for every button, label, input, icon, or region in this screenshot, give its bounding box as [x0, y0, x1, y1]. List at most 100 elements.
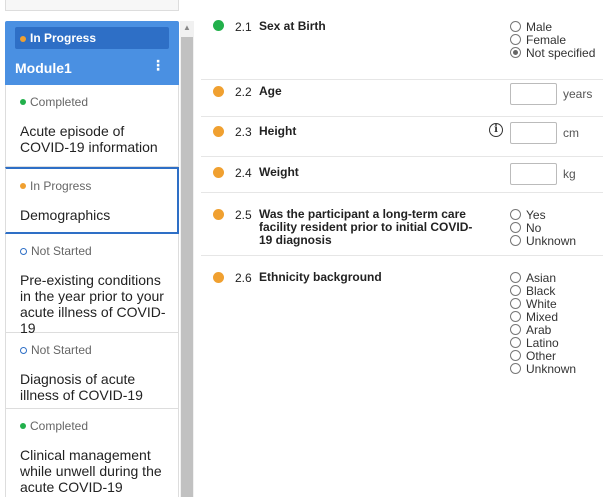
option-label: White: [526, 296, 557, 311]
option-label: Female: [526, 32, 567, 47]
option-label: Asian: [526, 270, 557, 285]
item-title: Pre-existing conditions in the year prio…: [20, 272, 166, 336]
module-header[interactable]: In Progress Module1 ⋮: [5, 21, 179, 85]
in-progress-dot-icon: [213, 86, 224, 97]
age-input[interactable]: [510, 83, 557, 105]
item-title: Acute episode of COVID-19 information: [20, 123, 158, 155]
ethnicity-options: Asian Black White Mixed Arab Latino Othe…: [510, 270, 577, 376]
question-number: 2.2: [235, 85, 252, 99]
in-progress-dot-icon: [213, 209, 224, 220]
kebab-menu-icon[interactable]: ⋮: [151, 58, 165, 72]
module-title: Module1: [15, 60, 72, 76]
option-label: Arab: [526, 322, 552, 337]
unit-label: kg: [563, 167, 576, 181]
completed-dot-icon: [20, 99, 26, 105]
option-latino[interactable]: Latino: [510, 336, 576, 350]
sidebar-top-edge: [5, 0, 179, 11]
option-label: Not specified: [526, 45, 596, 60]
sidebar-item-pre-existing-conditions[interactable]: Not Started Pre-existing conditions in t…: [5, 234, 179, 336]
item-title: Diagnosis of acute illness of COVID-19: [20, 371, 143, 403]
question-label: Height: [259, 124, 297, 138]
sidebar-item-acute-episode[interactable]: Completed Acute episode of COVID-19 info…: [5, 85, 179, 167]
question-row-sex-at-birth: 2.1 Sex at Birth Male Female Not specifi…: [201, 0, 603, 80]
radio-button[interactable]: [510, 222, 521, 233]
in-progress-dot-icon: [213, 272, 224, 283]
completed-dot-icon: [213, 20, 224, 31]
option-white[interactable]: White: [510, 296, 576, 311]
option-label: Black: [526, 283, 556, 298]
sidebar-item-diagnosis[interactable]: Not Started Diagnosis of acute illness o…: [5, 333, 179, 409]
option-female[interactable]: Female: [510, 32, 595, 47]
info-icon[interactable]: i: [489, 123, 503, 137]
radio-button[interactable]: [510, 324, 521, 335]
item-title: Clinical management while unwell during …: [20, 447, 162, 497]
not-started-ring-icon: [20, 247, 27, 255]
item-status-label: Not Started: [31, 244, 92, 258]
radio-button[interactable]: [510, 311, 521, 322]
module-sidebar: In Progress Module1 ⋮ Completed Acute ep…: [0, 0, 194, 497]
question-row-ethnicity: 2.6 Ethnicity background Asian Black Whi…: [201, 256, 603, 396]
option-no[interactable]: No: [510, 220, 576, 235]
scroll-up-arrow-icon[interactable]: ▲: [180, 21, 194, 35]
in-progress-dot-icon: [20, 183, 26, 189]
question-row-weight: 2.4 Weight kg: [201, 157, 603, 193]
option-mixed[interactable]: Mixed: [510, 309, 576, 324]
item-status-label: Completed: [30, 419, 89, 433]
radio-button[interactable]: [510, 298, 521, 309]
radio-button[interactable]: [510, 21, 521, 32]
option-other[interactable]: Other: [510, 348, 576, 363]
question-row-long-term-care: 2.5 Was the participant a long-term care…: [201, 193, 603, 256]
option-male[interactable]: Male: [510, 19, 595, 34]
radio-button-selected[interactable]: [510, 47, 521, 58]
sidebar-item-demographics[interactable]: In Progress Demographics: [5, 167, 179, 234]
question-row-age: 2.2 Age years: [201, 80, 603, 117]
option-arab[interactable]: Arab: [510, 322, 576, 337]
question-number: 2.4: [235, 166, 252, 180]
option-label: Other: [526, 348, 557, 363]
item-status-label: Not Started: [31, 343, 92, 357]
module-status-label: In Progress: [30, 31, 97, 45]
option-not-specified[interactable]: Not specified: [510, 45, 596, 60]
option-label: Male: [526, 19, 553, 34]
item-status-label: Completed: [30, 95, 89, 109]
long-term-care-options: Yes No Unknown: [510, 207, 577, 248]
radio-button[interactable]: [510, 285, 521, 296]
option-label: Yes: [526, 207, 546, 222]
radio-button[interactable]: [510, 272, 521, 283]
item-status-label: In Progress: [30, 179, 92, 193]
sidebar-item-clinical-management[interactable]: Completed Clinical management while unwe…: [5, 409, 179, 497]
radio-button[interactable]: [510, 363, 521, 374]
question-label: Weight: [259, 165, 299, 179]
option-unknown[interactable]: Unknown: [510, 361, 577, 376]
sex-options: Male Female Not specified: [510, 19, 596, 60]
option-black[interactable]: Black: [510, 283, 576, 298]
option-asian[interactable]: Asian: [510, 270, 576, 285]
option-label: Mixed: [526, 309, 559, 324]
radio-button[interactable]: [510, 337, 521, 348]
unit-label: cm: [563, 126, 579, 140]
option-unknown[interactable]: Unknown: [510, 233, 577, 248]
option-label: No: [526, 220, 542, 235]
option-label: Unknown: [526, 361, 577, 376]
question-label: Age: [259, 84, 282, 98]
radio-button[interactable]: [510, 34, 521, 45]
option-label: Unknown: [526, 233, 577, 248]
module-section-list: In Progress Module1 ⋮ Completed Acute ep…: [5, 21, 179, 497]
weight-input[interactable]: [510, 163, 557, 185]
unit-label: years: [563, 87, 593, 101]
question-row-height: 2.3 Height i cm: [201, 117, 603, 157]
radio-button[interactable]: [510, 350, 521, 361]
item-title: Demographics: [20, 207, 111, 223]
radio-button[interactable]: [510, 235, 521, 246]
question-number: 2.3: [235, 125, 252, 139]
option-yes[interactable]: Yes: [510, 207, 576, 222]
question-label: Ethnicity background: [259, 270, 382, 284]
scroll-thumb[interactable]: [181, 37, 193, 497]
radio-button[interactable]: [510, 209, 521, 220]
sidebar-scrollbar[interactable]: ▲: [180, 21, 194, 497]
question-number: 2.1: [235, 20, 252, 34]
in-progress-dot-icon: [213, 167, 224, 178]
not-started-ring-icon: [20, 346, 27, 354]
height-input[interactable]: [510, 122, 557, 144]
module-status-badge: In Progress: [15, 27, 169, 49]
